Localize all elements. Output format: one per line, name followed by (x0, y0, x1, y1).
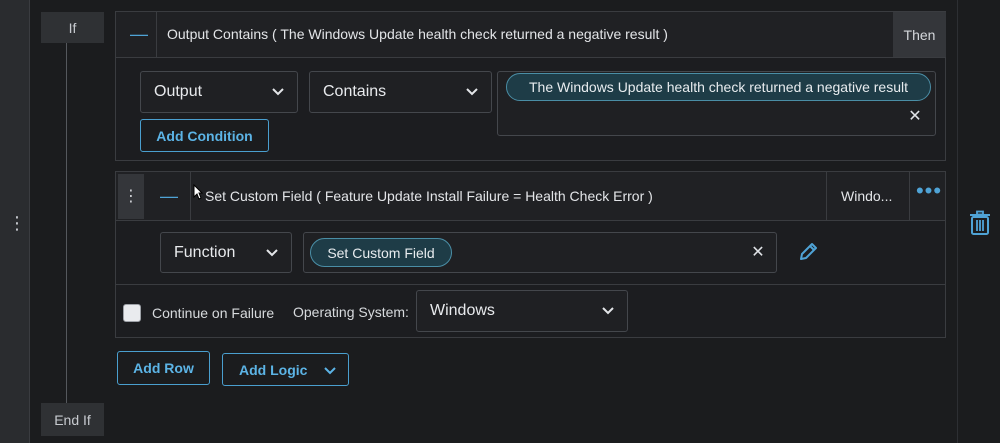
then-label: Then (893, 12, 946, 57)
condition-value-chip[interactable]: The Windows Update health check returned… (506, 73, 931, 101)
action-row-divider (116, 284, 945, 285)
function-select-value: Function (174, 243, 236, 261)
pencil-icon[interactable] (797, 241, 819, 263)
operating-system-select[interactable]: Windows (416, 290, 628, 332)
left-rail: ⋮ (0, 0, 30, 443)
continue-on-failure-checkbox[interactable] (123, 304, 141, 322)
operating-system-label: Operating System: (293, 304, 409, 320)
mouse-cursor-icon (193, 183, 204, 200)
block-connector-line (66, 43, 67, 403)
condition-header: — Output Contains ( The Windows Update h… (115, 11, 946, 58)
chevron-down-icon (466, 88, 478, 96)
clear-function-close-icon[interactable]: ✕ (751, 245, 765, 261)
more-horizontal-icon[interactable]: ••• (914, 180, 944, 204)
drag-handle-icon[interactable]: ⋮ (118, 174, 144, 219)
add-row-button[interactable]: Add Row (117, 351, 210, 385)
collapse-condition-minus-icon[interactable]: — (130, 24, 148, 44)
condition-title: Output Contains ( The Windows Update hea… (167, 26, 668, 42)
add-logic-button[interactable]: Add Logic (222, 353, 349, 386)
action-header: ⋮ — Set Custom Field ( Feature Update In… (115, 171, 946, 221)
condition-field-select[interactable]: Output (140, 71, 298, 113)
chevron-down-icon (324, 367, 336, 375)
header-divider (190, 172, 191, 220)
action-title: Set Custom Field ( Feature Update Instal… (205, 188, 653, 204)
header-divider (909, 172, 910, 220)
collapse-action-minus-icon[interactable]: — (160, 186, 178, 206)
end-if-label: End If (41, 403, 104, 436)
action-os-summary: Windo... (841, 188, 893, 204)
add-logic-label: Add Logic (239, 361, 308, 378)
condition-field-value: Output (154, 83, 203, 100)
header-divider (156, 12, 157, 57)
function-value-field[interactable]: Set Custom Field ✕ (303, 232, 777, 273)
header-divider (826, 172, 827, 220)
add-condition-button[interactable]: Add Condition (140, 119, 269, 152)
chevron-down-icon (266, 248, 278, 256)
if-label: If (41, 12, 104, 43)
chevron-down-icon (272, 88, 284, 96)
condition-operator-select[interactable]: Contains (309, 71, 492, 113)
condition-operator-value: Contains (323, 83, 387, 100)
rail-drag-handle-icon[interactable]: ⋮ (8, 214, 26, 232)
function-chip[interactable]: Set Custom Field (310, 238, 452, 267)
condition-value-field[interactable]: The Windows Update health check returned… (497, 71, 936, 136)
operating-system-value: Windows (430, 302, 495, 319)
clear-value-close-icon[interactable]: ✕ (908, 109, 922, 125)
function-select[interactable]: Function (160, 232, 292, 273)
continue-on-failure-label: Continue on Failure (152, 305, 275, 321)
chevron-down-icon (602, 307, 614, 315)
trash-icon[interactable] (969, 210, 991, 236)
